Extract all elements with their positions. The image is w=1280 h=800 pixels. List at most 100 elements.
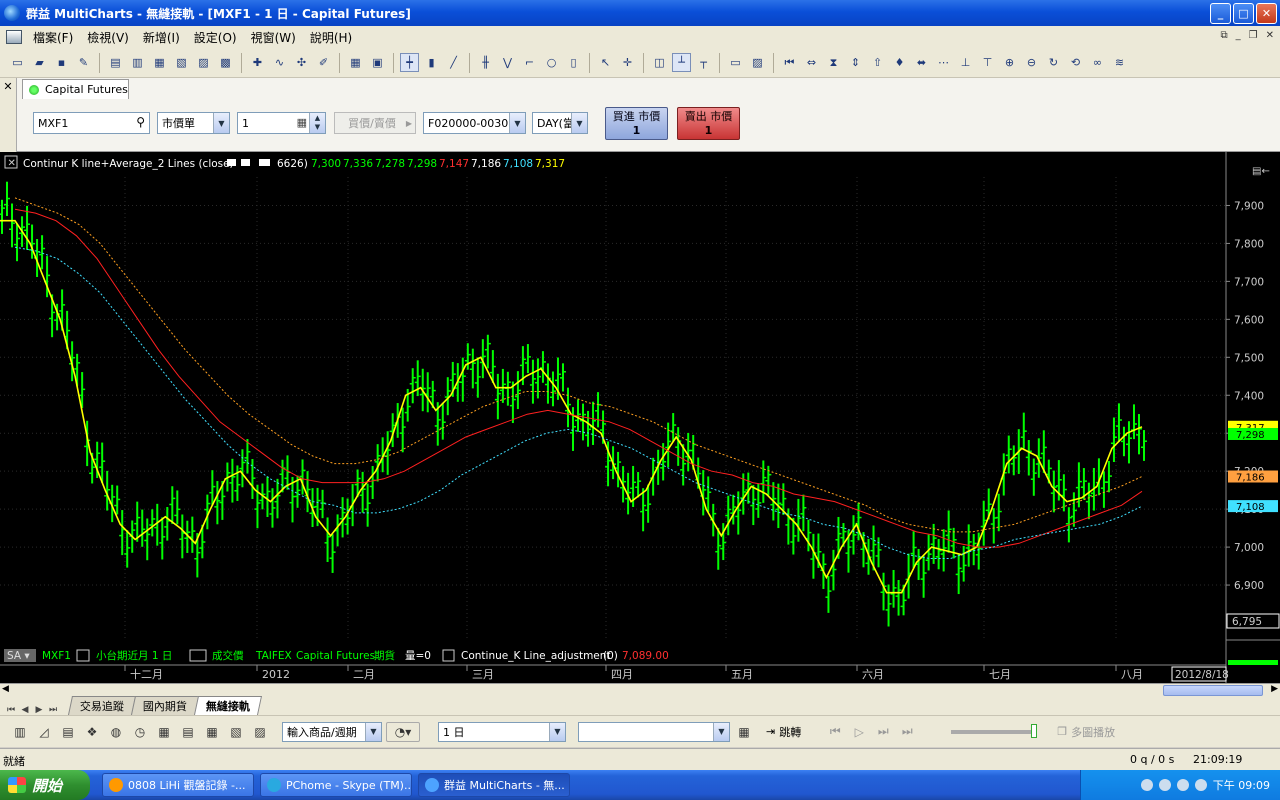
report-icon[interactable]: ▧ — [226, 722, 246, 742]
sync-icon[interactable]: ⟲ — [1066, 53, 1085, 72]
tab-domestic-futures[interactable]: 國內期貨 — [130, 696, 200, 715]
step-forward-icon[interactable]: ⏭ — [873, 722, 893, 742]
menu-insert[interactable]: 新增(I) — [136, 29, 187, 46]
line-chart-icon[interactable]: ╱ — [444, 53, 463, 72]
table-icon[interactable]: ▤ — [178, 722, 198, 742]
window-icon[interactable]: ▣ — [368, 53, 387, 72]
track-icon[interactable]: ┴ — [672, 53, 691, 72]
close-button[interactable]: ✕ — [1256, 3, 1277, 24]
menu-view[interactable]: 檢視(V) — [80, 29, 136, 46]
screen-icon[interactable]: ▭ — [726, 53, 745, 72]
calendar-picker-icon[interactable]: ▦ — [734, 722, 754, 742]
candlestick-icon[interactable]: ▮ — [422, 53, 441, 72]
anchor-icon[interactable]: ⊥ — [956, 53, 975, 72]
minimize-button[interactable]: _ — [1210, 3, 1231, 24]
end-icon[interactable]: ⏭ — [897, 722, 917, 742]
calendar-icon[interactable]: ▦ — [154, 722, 174, 742]
taskbar-item-skype[interactable]: PChome - Skype (TM)... — [260, 773, 412, 797]
hourglass-icon[interactable]: ⧗ — [824, 53, 843, 72]
zoom-out-icon[interactable]: ⊖ — [1022, 53, 1041, 72]
symbol-interval-select[interactable]: 輸入商品/週期 ▼ — [282, 721, 382, 742]
network-icon[interactable] — [1140, 779, 1153, 791]
range-icon[interactable]: ▤ — [58, 722, 78, 742]
scroll-thumb[interactable] — [1163, 685, 1263, 696]
chevron-down-icon[interactable]: ▼ — [365, 722, 381, 741]
menu-settings[interactable]: 設定(O) — [187, 29, 244, 46]
step-back-icon[interactable]: ⏮ — [825, 722, 845, 742]
sell-market-button[interactable]: 賣出 市價 1 — [677, 107, 740, 140]
zoom-in-icon[interactable]: ⊕ — [1000, 53, 1019, 72]
zigzag-icon[interactable]: ⋁ — [498, 53, 517, 72]
scroll-both-icon[interactable]: ⇔ — [802, 53, 821, 72]
maximize-button[interactable]: □ — [1233, 3, 1254, 24]
save-icon[interactable]: ▪ — [52, 53, 71, 72]
next-tab-icon[interactable]: ▶ — [32, 705, 46, 715]
image-icon[interactable]: ▨ — [748, 53, 767, 72]
prev-tab-icon[interactable]: ◀ — [18, 705, 32, 715]
jump-button[interactable]: ⇥ 跳轉 — [766, 724, 801, 740]
pointer-icon[interactable]: ↖ — [596, 53, 615, 72]
speed-slider[interactable] — [951, 723, 1038, 738]
order-type-select[interactable]: 市價單 ▼ — [157, 112, 230, 134]
scroll-start-icon[interactable]: ⏮ — [780, 53, 799, 72]
tab-trade-tracking[interactable]: 交易追蹤 — [67, 696, 137, 715]
edit-icon[interactable]: ✎ — [74, 53, 93, 72]
marker-icon[interactable]: ♦ — [890, 53, 909, 72]
chart-type-icon[interactable]: ◿ — [34, 722, 54, 742]
slider-thumb[interactable] — [1031, 723, 1038, 738]
move-icon[interactable]: ⬌ — [912, 53, 931, 72]
chevron-down-icon[interactable]: ▼ — [509, 113, 525, 133]
scale-icon[interactable]: ┬ — [694, 53, 713, 72]
dots-icon[interactable]: ⋯ — [934, 53, 953, 72]
play-icon[interactable]: ▷ — [849, 722, 869, 742]
mdi-minimize-icon[interactable]: _ — [1236, 30, 1241, 41]
menu-help[interactable]: 說明(H) — [303, 29, 359, 46]
symbol-input[interactable]: MXF1 ⚲ — [33, 112, 150, 134]
new-chart-icon[interactable]: ▭ — [8, 53, 27, 72]
insert-signal-icon[interactable]: ∿ — [270, 53, 289, 72]
chevron-down-icon[interactable]: ▼ — [571, 113, 587, 133]
menu-file[interactable]: 檔案(F) — [26, 29, 80, 46]
account-select[interactable]: F020000-003013 ▼ — [423, 112, 526, 134]
chevron-down-icon[interactable]: ▼ — [713, 722, 729, 741]
price-chart[interactable]: 6,9007,0007,1007,2007,3007,4007,5007,600… — [0, 152, 1280, 685]
properties-icon[interactable]: ▩ — [216, 53, 235, 72]
taskbar-item-multicharts[interactable]: 群益 MultiCharts - 無... — [418, 773, 570, 797]
mdi-restore-icon[interactable]: ⧉ — [1221, 30, 1228, 41]
comment-icon[interactable]: ◫ — [650, 53, 669, 72]
document-icon-2[interactable]: ▥ — [128, 53, 147, 72]
menu-window[interactable]: 視窗(W) — [244, 29, 303, 46]
open-folder-icon[interactable]: ▰ — [30, 53, 49, 72]
crosshair-icon[interactable]: ✛ — [618, 53, 637, 72]
anchor-alt-icon[interactable]: ⊤ — [978, 53, 997, 72]
chevron-down-icon[interactable]: ▼ — [549, 722, 565, 741]
scroll-left-icon[interactable]: ◀ — [2, 684, 9, 694]
settings-extra-icon[interactable]: ≋ — [1110, 53, 1129, 72]
mdi-close-icon[interactable]: ✕ — [1266, 30, 1274, 41]
broker-tab[interactable]: Capital Futures — [22, 79, 129, 99]
grid-icon[interactable]: ▦ — [202, 722, 222, 742]
date-select[interactable]: ▼ — [578, 721, 730, 742]
last-tab-icon[interactable]: ⏭ — [46, 705, 60, 715]
taskbar-item-firefox[interactable]: 0808 LiHi 觀盤記錄 -... — [102, 773, 254, 797]
copy-icon[interactable]: ▧ — [172, 53, 191, 72]
spin-icon[interactable]: ▲ ▼ — [309, 113, 325, 133]
compress-icon[interactable]: ⇕ — [846, 53, 865, 72]
tick-chart-icon[interactable]: ▥ — [10, 722, 30, 742]
bar-style-icon[interactable]: ╫ — [476, 53, 495, 72]
workspace-icon[interactable]: ▤ — [106, 53, 125, 72]
print-icon[interactable]: ▦ — [150, 53, 169, 72]
tab-seamless[interactable]: 無縫接軌 — [193, 696, 263, 715]
drawing-tool-icon[interactable]: ✐ — [314, 53, 333, 72]
mdi-maximize-icon[interactable]: ❐ — [1249, 30, 1258, 41]
scroll-right-icon[interactable]: ▶ — [1271, 684, 1278, 694]
calculator-small-icon[interactable]: ▦ — [297, 116, 307, 129]
search-icon[interactable]: ⚲ — [136, 115, 145, 129]
paste-icon[interactable]: ▨ — [194, 53, 213, 72]
volume-icon[interactable] — [1158, 779, 1171, 791]
chart-area[interactable]: 6,9007,0007,1007,2007,3007,4007,5007,600… — [0, 152, 1280, 685]
strategy-icon[interactable]: ✣ — [292, 53, 311, 72]
link-icon[interactable]: ∞ — [1088, 53, 1107, 72]
document-icon[interactable] — [6, 30, 22, 44]
trade-icon[interactable]: ◍ — [106, 722, 126, 742]
